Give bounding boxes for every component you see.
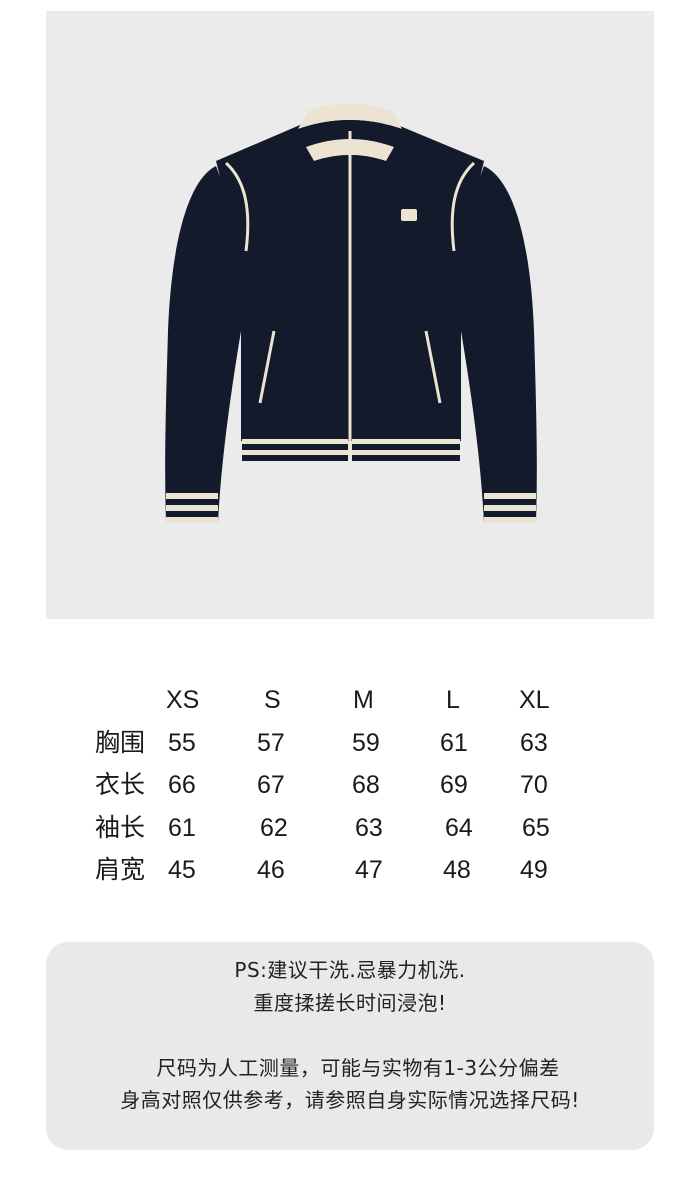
table-cell: 65 xyxy=(522,814,550,842)
table-cell: 57 xyxy=(257,729,285,757)
table-cell: 46 xyxy=(257,856,285,884)
product-photo xyxy=(46,11,654,619)
size-header-xl: XL xyxy=(519,686,550,714)
size-header-s: S xyxy=(264,686,281,714)
table-cell: 67 xyxy=(257,771,285,799)
row-label-length: 衣长 xyxy=(95,770,146,799)
right-cuff xyxy=(484,493,536,523)
table-cell: 63 xyxy=(355,814,383,842)
table-cell: 48 xyxy=(443,856,471,884)
row-label-sleeve: 袖长 xyxy=(95,813,146,842)
table-cell: 61 xyxy=(440,729,468,757)
table-cell: 47 xyxy=(355,856,383,884)
table-cell: 45 xyxy=(168,856,196,884)
table-cell: 61 xyxy=(168,814,196,842)
table-cell: 59 xyxy=(352,729,380,757)
jacket-image xyxy=(165,103,537,523)
row-label-chest: 胸围 xyxy=(95,728,146,757)
table-cell: 55 xyxy=(168,729,196,757)
size-disclaimer-line-2: 身高对照仅供参考，请参照自身实际情况选择尺码! xyxy=(120,1088,580,1112)
size-disclaimer-line-1: 尺码为人工测量，可能与实物有1-3公分偏差 xyxy=(156,1056,560,1080)
table-cell: 63 xyxy=(520,729,548,757)
left-cuff xyxy=(166,493,218,523)
table-cell: 64 xyxy=(445,814,473,842)
table-cell: 66 xyxy=(168,771,196,799)
table-cell: 68 xyxy=(352,771,380,799)
care-notes-box: PS:建议干洗.忌暴力机洗. 重度揉搓长时间浸泡! 尺码为人工测量，可能与实物有… xyxy=(46,942,654,1150)
table-cell: 70 xyxy=(520,771,548,799)
table-cell: 49 xyxy=(520,856,548,884)
table-cell: 62 xyxy=(260,814,288,842)
care-note-line-2: 重度揉搓长时间浸泡! xyxy=(253,991,447,1015)
page: XS S M L XL 胸围 55 57 59 61 63 衣长 66 67 6… xyxy=(0,0,700,1200)
care-note-line-1: PS:建议干洗.忌暴力机洗. xyxy=(234,958,466,982)
size-chart: XS S M L XL 胸围 55 57 59 61 63 衣长 66 67 6… xyxy=(0,680,700,900)
size-header-m: M xyxy=(353,686,374,714)
row-label-shoulder: 肩宽 xyxy=(95,855,146,884)
table-cell: 69 xyxy=(440,771,468,799)
chest-logo xyxy=(401,209,417,221)
size-header-xs: XS xyxy=(166,686,200,714)
size-header-l: L xyxy=(446,686,460,714)
